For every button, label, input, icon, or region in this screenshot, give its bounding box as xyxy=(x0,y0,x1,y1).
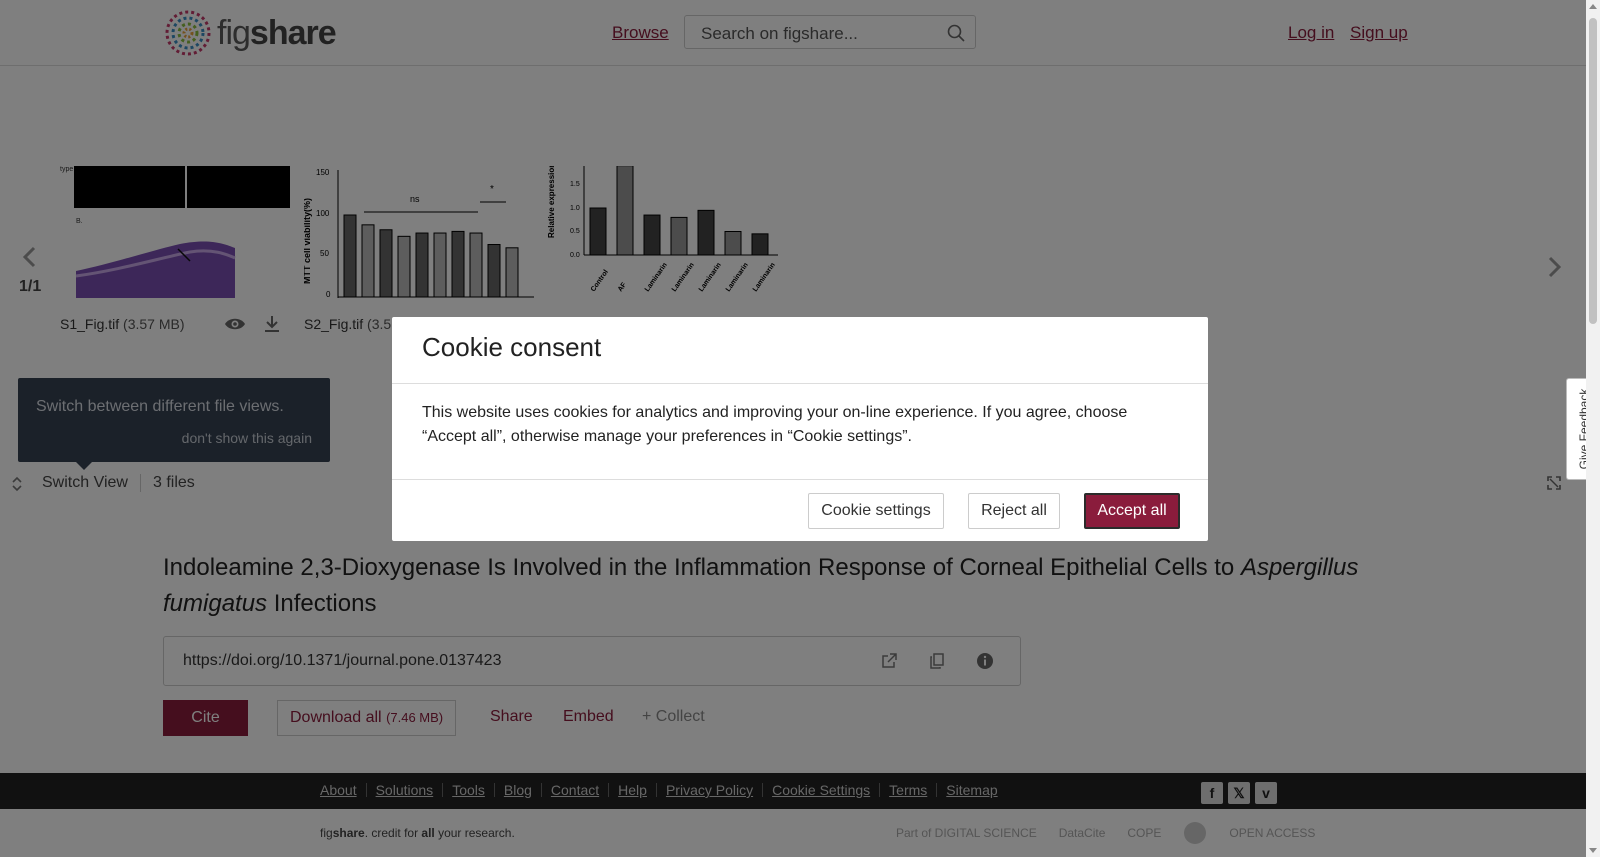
scroll-down-arrow[interactable] xyxy=(1589,848,1597,853)
scrollbar-thumb[interactable] xyxy=(1589,18,1597,324)
accept-all-button[interactable]: Accept all xyxy=(1084,493,1180,529)
cookie-settings-button[interactable]: Cookie settings xyxy=(808,493,944,529)
page-scrollbar[interactable] xyxy=(1586,0,1600,857)
divider xyxy=(392,383,1208,384)
cookie-consent-dialog: Cookie consent This website uses cookies… xyxy=(392,317,1208,541)
scroll-up-arrow[interactable] xyxy=(1589,4,1597,9)
cookie-dialog-body: This website uses cookies for analytics … xyxy=(422,404,1128,445)
reject-all-button[interactable]: Reject all xyxy=(968,493,1060,529)
cookie-dialog-title: Cookie consent xyxy=(422,332,602,362)
divider xyxy=(392,479,1208,480)
